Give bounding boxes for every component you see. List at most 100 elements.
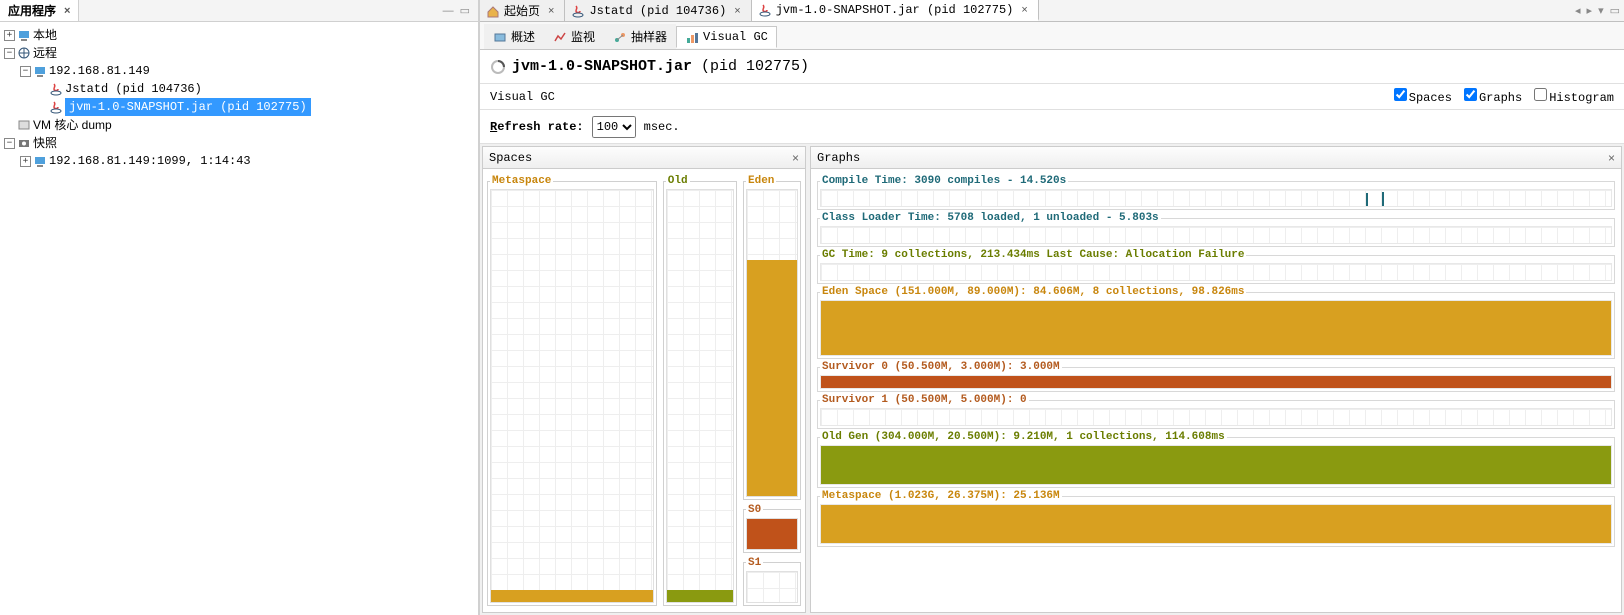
restore-icon[interactable]: ▭ bbox=[460, 4, 470, 17]
graphs-body: Compile Time: 3090 compiles - 14.520s Cl… bbox=[811, 169, 1621, 612]
tab-start[interactable]: 起始页 × bbox=[480, 0, 565, 21]
graphs-title: Graphs × bbox=[811, 147, 1621, 169]
subtab-visualgc[interactable]: Visual GC bbox=[676, 26, 777, 48]
expand-icon[interactable]: + bbox=[20, 156, 31, 167]
spaces-checkbox[interactable] bbox=[1394, 88, 1407, 101]
space-metaspace: Metaspace bbox=[487, 175, 657, 606]
host-icon bbox=[17, 28, 31, 42]
tree-remote-host[interactable]: − 192.168.81.149 bbox=[0, 62, 478, 80]
graph-legend: GC Time: 9 collections, 213.434ms Last C… bbox=[820, 249, 1246, 261]
tree-label: 192.168.81.149:1099, 1:14:43 bbox=[49, 152, 251, 170]
spaces-body: Metaspace Old Eden bbox=[483, 169, 805, 612]
dump-icon bbox=[17, 118, 31, 132]
collapse-icon[interactable]: − bbox=[20, 66, 31, 77]
close-icon[interactable]: × bbox=[730, 5, 744, 17]
monitor-icon bbox=[553, 30, 567, 44]
heading-row: jvm-1.0-SNAPSHOT.jar (pid 102775) bbox=[480, 50, 1624, 84]
graph-fill bbox=[821, 376, 1611, 388]
file-tab-row: 起始页 × Jstatd (pid 104736) × jvm-1.0-SNAP… bbox=[480, 0, 1624, 22]
applications-tab[interactable]: 应用程序 × bbox=[0, 0, 79, 21]
maximize-icon[interactable]: ▭ bbox=[1610, 4, 1620, 17]
graph-legend: Eden Space (151.000M, 89.000M): 84.606M,… bbox=[820, 286, 1246, 298]
space-legend: S0 bbox=[746, 504, 763, 516]
nav-left-icon[interactable]: ◂ bbox=[1575, 4, 1581, 17]
graph-classloader: Class Loader Time: 5708 loaded, 1 unload… bbox=[817, 212, 1615, 247]
graph-canvas bbox=[820, 263, 1612, 281]
graph-canvas bbox=[820, 189, 1612, 207]
graph-legend: Compile Time: 3090 compiles - 14.520s bbox=[820, 175, 1068, 187]
editor-window-controls: ◂ ▸ ▾ ▭ bbox=[1575, 0, 1624, 21]
minimize-icon[interactable]: — bbox=[443, 5, 454, 17]
graph-fill bbox=[821, 301, 1611, 355]
check-spaces[interactable]: Spaces bbox=[1394, 88, 1452, 105]
refresh-rate-select[interactable]: 100 bbox=[592, 116, 636, 138]
check-label: Spaces bbox=[1409, 91, 1452, 105]
visual-gc-label: Visual GC bbox=[490, 90, 555, 104]
left-tab-row: 应用程序 × — ▭ bbox=[0, 0, 478, 22]
title-app: jvm-1.0-SNAPSHOT.jar bbox=[512, 58, 692, 75]
title-pid: (pid 102775) bbox=[692, 58, 809, 75]
refresh-row: Refresh rate: 100 msec. bbox=[480, 110, 1624, 144]
subtab-sampler[interactable]: 抽样器 bbox=[604, 24, 676, 49]
page-title: jvm-1.0-SNAPSHOT.jar (pid 102775) bbox=[512, 58, 809, 75]
right-panel: 起始页 × Jstatd (pid 104736) × jvm-1.0-SNAP… bbox=[480, 0, 1624, 615]
tree-remote[interactable]: − 远程 bbox=[0, 44, 478, 62]
graphs-checkbox[interactable] bbox=[1464, 88, 1477, 101]
collapse-icon[interactable]: − bbox=[4, 48, 15, 59]
graph-compile: Compile Time: 3090 compiles - 14.520s bbox=[817, 175, 1615, 210]
collapse-icon[interactable]: − bbox=[4, 138, 15, 149]
tree-snapshot-item[interactable]: + 192.168.81.149:1099, 1:14:43 bbox=[0, 152, 478, 170]
close-icon[interactable]: × bbox=[792, 151, 799, 165]
expand-icon[interactable]: + bbox=[4, 30, 15, 41]
young-gen-column: Eden S0 S1 bbox=[743, 175, 801, 606]
space-s0: S0 bbox=[743, 504, 801, 553]
close-icon[interactable]: × bbox=[544, 5, 558, 17]
space-legend: S1 bbox=[746, 557, 763, 569]
tab-jstatd[interactable]: Jstatd (pid 104736) × bbox=[565, 0, 751, 21]
tree-vm-core-dump[interactable]: VM 核心 dump bbox=[0, 116, 478, 134]
nav-right-icon[interactable]: ▸ bbox=[1587, 4, 1593, 17]
spaces-title: Spaces × bbox=[483, 147, 805, 169]
bar-fill bbox=[491, 590, 653, 602]
tree-snapshot[interactable]: − 快照 bbox=[0, 134, 478, 152]
home-icon bbox=[486, 4, 500, 18]
check-histogram[interactable]: Histogram bbox=[1534, 88, 1614, 105]
close-icon[interactable]: × bbox=[1608, 151, 1615, 165]
space-eden: Eden bbox=[743, 175, 801, 500]
sub-tab-row: 概述 监视 抽样器 Visual GC bbox=[480, 22, 1624, 50]
close-icon[interactable]: × bbox=[60, 5, 74, 17]
histogram-checkbox[interactable] bbox=[1534, 88, 1547, 101]
bar-fill bbox=[667, 590, 733, 602]
bar-well bbox=[746, 518, 798, 550]
dropdown-icon[interactable]: ▾ bbox=[1598, 4, 1604, 17]
tab-label: 起始页 bbox=[504, 2, 540, 19]
java-icon bbox=[49, 82, 63, 96]
tree-label: VM 核心 dump bbox=[33, 116, 112, 134]
graph-canvas bbox=[820, 226, 1612, 244]
graph-canvas bbox=[820, 504, 1612, 544]
graph-s0: Survivor 0 (50.500M, 3.000M): 3.000M bbox=[817, 361, 1615, 392]
options-row: Visual GC Spaces Graphs Histogram bbox=[480, 84, 1624, 110]
graph-legend: Class Loader Time: 5708 loaded, 1 unload… bbox=[820, 212, 1161, 224]
subtab-monitor[interactable]: 监视 bbox=[544, 24, 604, 49]
spinner-icon bbox=[490, 59, 506, 75]
graph-metaspace: Metaspace (1.023G, 26.375M): 25.136M bbox=[817, 490, 1615, 547]
bar-well bbox=[666, 189, 734, 603]
tree-jstatd[interactable]: Jstatd (pid 104736) bbox=[0, 80, 478, 98]
tree-label: jvm-1.0-SNAPSHOT.jar (pid 102775) bbox=[65, 98, 311, 116]
tab-label: Jstatd (pid 104736) bbox=[589, 4, 726, 18]
graphs-pane: Graphs × Compile Time: 3090 compiles - 1… bbox=[810, 146, 1622, 613]
tab-jvm-active[interactable]: jvm-1.0-SNAPSHOT.jar (pid 102775) × bbox=[752, 0, 1039, 21]
bar-fill bbox=[747, 519, 797, 549]
refresh-label: Refresh rate: bbox=[490, 120, 584, 134]
pane-title-label: Graphs bbox=[817, 151, 860, 165]
close-icon[interactable]: × bbox=[1017, 4, 1031, 16]
applications-tree: + 本地 − 远程 − 192.168.81.149 Jstatd (pid 1… bbox=[0, 22, 478, 615]
bar-well bbox=[746, 571, 798, 603]
applications-tab-label: 应用程序 bbox=[8, 2, 56, 19]
tree-local[interactable]: + 本地 bbox=[0, 26, 478, 44]
check-label: Histogram bbox=[1549, 91, 1614, 105]
check-graphs[interactable]: Graphs bbox=[1464, 88, 1522, 105]
subtab-overview[interactable]: 概述 bbox=[484, 24, 544, 49]
tree-jvm-selected[interactable]: jvm-1.0-SNAPSHOT.jar (pid 102775) bbox=[0, 98, 478, 116]
